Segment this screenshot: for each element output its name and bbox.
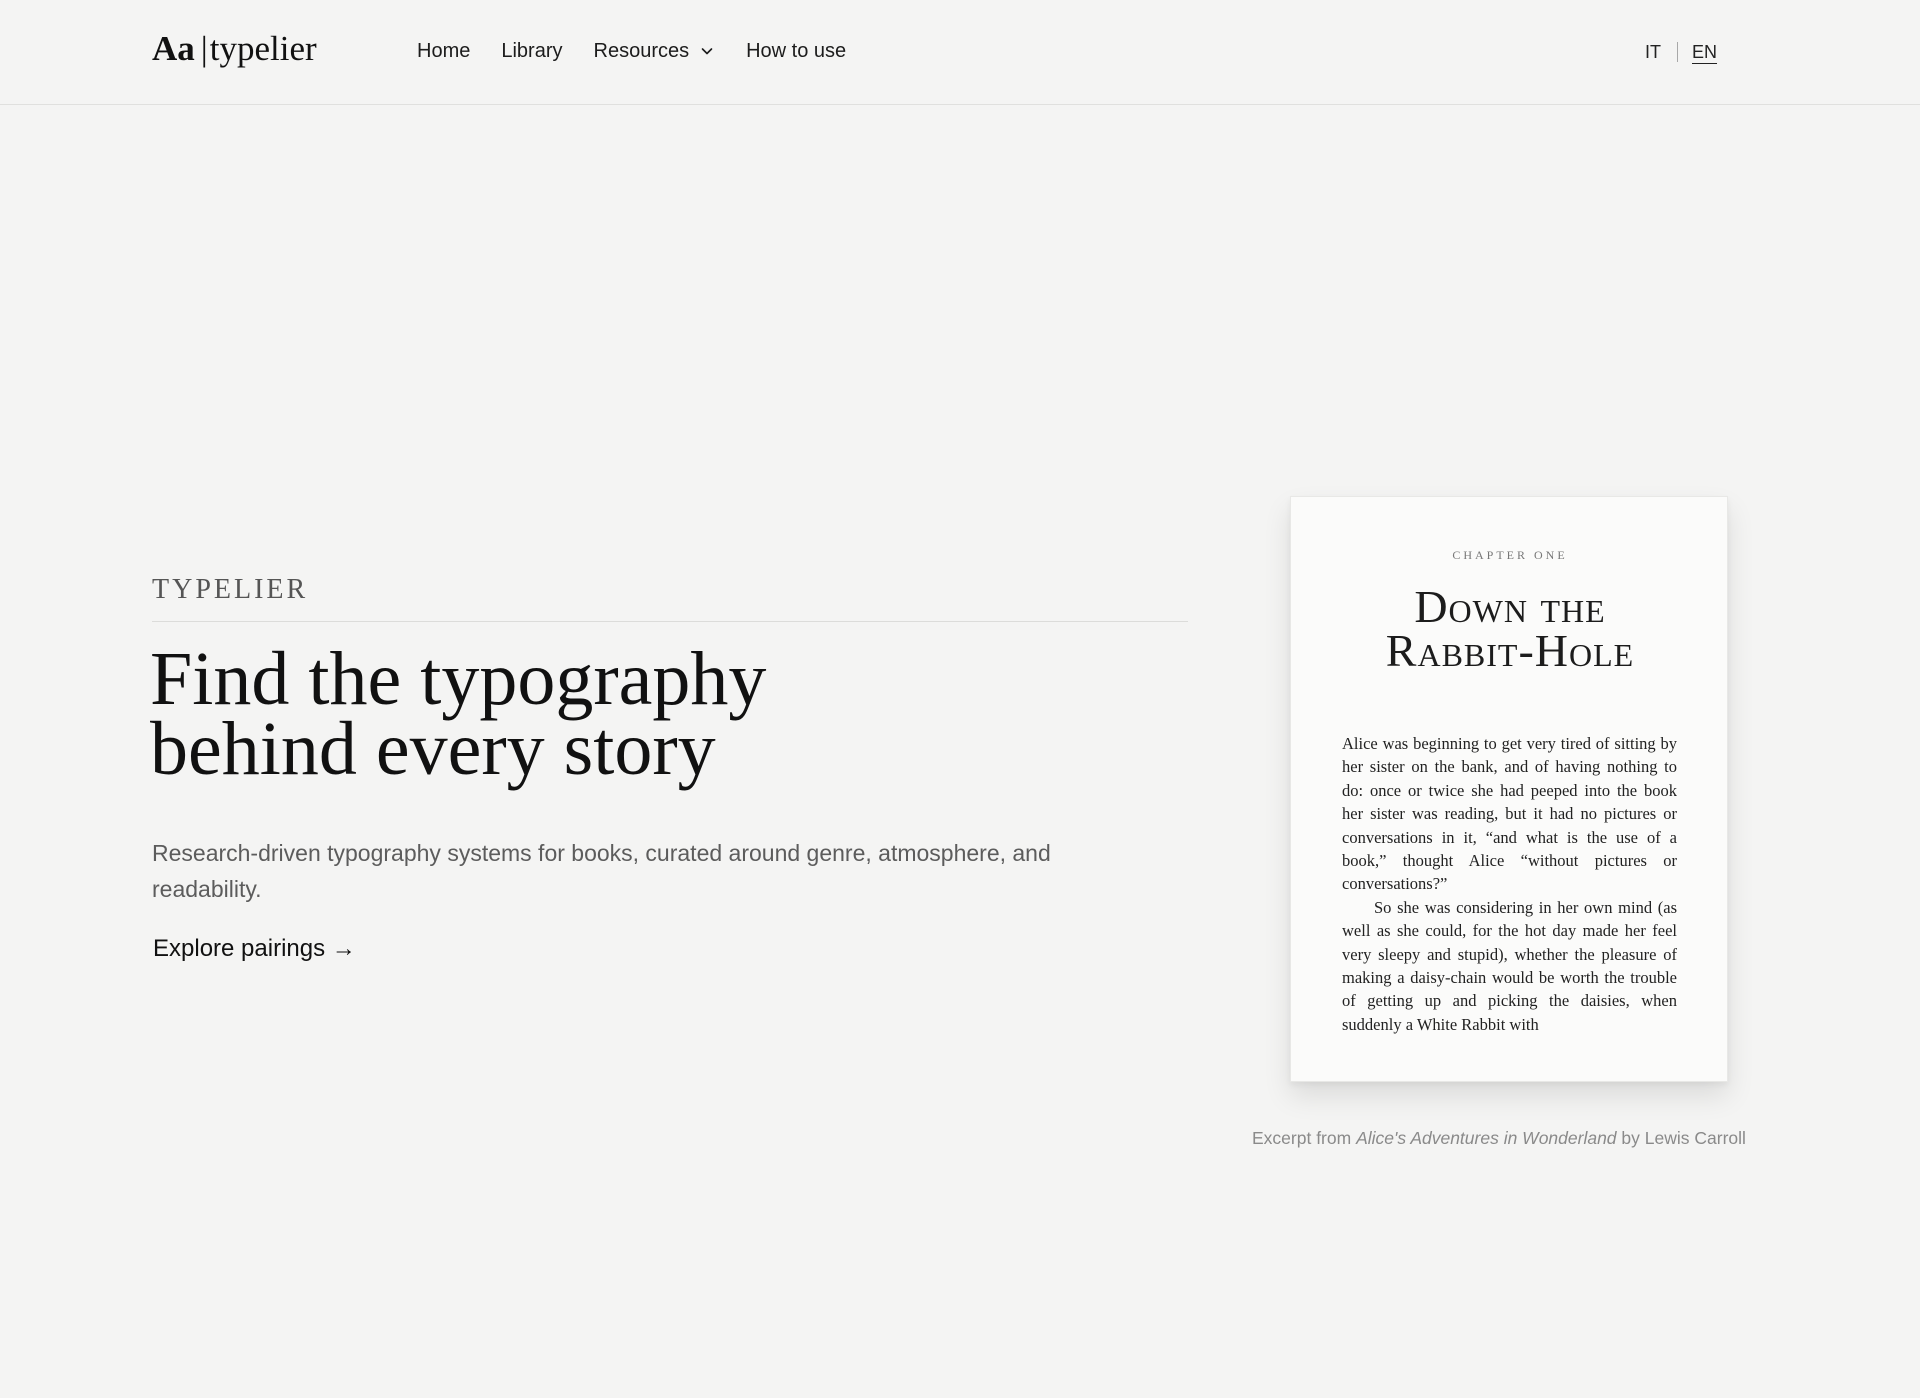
excerpt-caption: Excerpt from Alice's Adventures in Wonde…	[1252, 1126, 1746, 1150]
main-nav: Home Library Resources How to use	[417, 36, 877, 66]
book-excerpt: Alice was beginning to get very tired of…	[1342, 732, 1677, 1036]
nav-item-label: Resources	[593, 40, 690, 62]
chapter-title-line: Rabbit-Hole	[1385, 625, 1635, 676]
book-page-preview: CHAPTER ONE Down the Rabbit-Hole Alice w…	[1290, 496, 1728, 1082]
hero-headline-line: Find the typography	[150, 637, 767, 721]
lang-it-link[interactable]: IT	[1645, 38, 1661, 66]
hero-eyebrow: TYPELIER	[152, 574, 309, 605]
language-switcher: IT EN	[1645, 38, 1717, 66]
book-paragraph: So she was considering in her own mind (…	[1342, 897, 1677, 1034]
hero-headline-line: behind every story	[150, 707, 716, 791]
caption-book-title: Alice's Adventures in Wonderland	[1356, 1128, 1617, 1148]
logo-separator: |	[200, 29, 208, 68]
hero-subtext: Research-driven typography systems for b…	[152, 840, 1051, 902]
hero-divider	[152, 621, 1188, 622]
chapter-label: CHAPTER ONE	[1452, 548, 1568, 562]
book-paragraph: Alice was beginning to get very tired of…	[1342, 734, 1677, 894]
nav-item-label: How to use	[746, 40, 847, 62]
caption-author: by Lewis Carroll	[1621, 1128, 1746, 1148]
hero-headline: Find the typography behind every story	[150, 637, 1050, 791]
chevron-down-icon	[701, 48, 713, 55]
site-header: Aa |typelier Home Library Resources How t…	[0, 0, 1920, 105]
nav-item-home[interactable]: Home	[417, 36, 470, 66]
chapter-title: Down the Rabbit-Hole	[1291, 581, 1729, 676]
lang-divider	[1677, 42, 1678, 62]
logo-wordmark: typelier	[209, 29, 317, 68]
caption-prefix: Excerpt from	[1252, 1128, 1352, 1148]
explore-pairings-link[interactable]: Explore pairings →	[153, 933, 356, 965]
chapter-title-line: Down the	[1414, 581, 1606, 632]
lang-en-link[interactable]: EN	[1692, 38, 1717, 66]
nav-item-label: Home	[417, 40, 471, 62]
logo[interactable]: Aa |typelier	[152, 27, 317, 71]
nav-item-how-to-use[interactable]: How to use	[746, 36, 846, 66]
logo-mark: Aa	[152, 29, 195, 68]
nav-item-label: Library	[501, 40, 563, 62]
nav-item-resources[interactable]: Resources	[594, 36, 716, 66]
nav-item-library[interactable]: Library	[501, 36, 562, 66]
